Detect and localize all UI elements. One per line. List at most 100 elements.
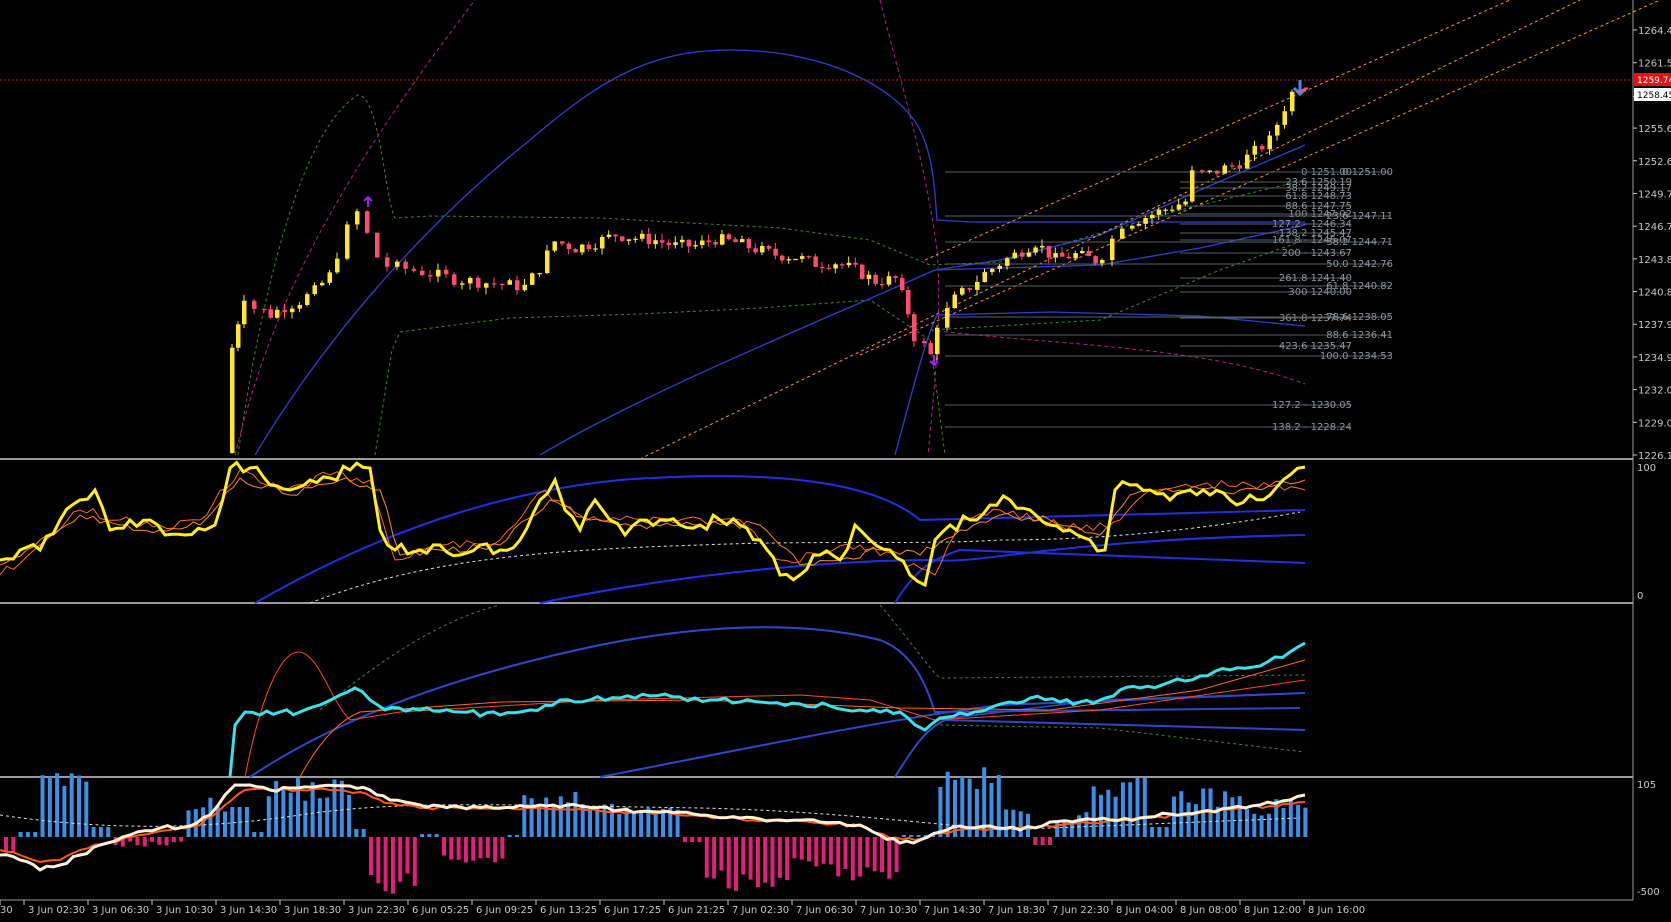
candle-body[interactable] (860, 264, 865, 279)
candle-body[interactable] (1093, 256, 1098, 264)
candle-body[interactable] (586, 244, 592, 250)
candle-body[interactable] (1060, 253, 1065, 257)
candle-body[interactable] (476, 277, 481, 288)
candle-body[interactable] (345, 224, 350, 259)
candle-body[interactable] (385, 257, 390, 267)
candle-body[interactable] (600, 236, 605, 249)
candle-body[interactable] (853, 262, 858, 265)
candle-body[interactable] (492, 283, 497, 285)
candle-body[interactable] (593, 248, 598, 250)
candle-body[interactable] (733, 239, 738, 243)
candle-body[interactable] (275, 309, 280, 318)
candle-body[interactable] (1143, 218, 1148, 224)
candle-body[interactable] (545, 250, 550, 274)
candle-body[interactable] (560, 241, 565, 244)
candle-body[interactable] (1136, 223, 1142, 226)
candle-body[interactable] (873, 274, 878, 284)
candle-body[interactable] (1163, 209, 1168, 211)
candle-body[interactable] (997, 265, 1003, 269)
candle-body[interactable] (1086, 251, 1092, 257)
candle-body[interactable] (305, 294, 310, 305)
candle-body[interactable] (1020, 252, 1025, 257)
candle-body[interactable] (820, 266, 825, 269)
candle-body[interactable] (1237, 165, 1243, 169)
candle-body[interactable] (1100, 260, 1105, 264)
candle-body[interactable] (515, 280, 520, 291)
candle-body[interactable] (484, 283, 489, 288)
candle-body[interactable] (573, 249, 578, 253)
candle-body[interactable] (1230, 165, 1235, 167)
candle-body[interactable] (840, 264, 845, 266)
candle-body[interactable] (666, 242, 672, 245)
candle-body[interactable] (640, 233, 645, 239)
candle-body[interactable] (1120, 228, 1125, 239)
candle-body[interactable] (236, 324, 241, 348)
candle-body[interactable] (826, 267, 832, 269)
candle-body[interactable] (1066, 256, 1072, 259)
candle-body[interactable] (282, 309, 288, 313)
candle-body[interactable] (786, 259, 792, 261)
candle-body[interactable] (1267, 135, 1273, 150)
candle-body[interactable] (952, 294, 958, 309)
candle-body[interactable] (1207, 170, 1213, 172)
candle-body[interactable] (327, 272, 333, 283)
candle-body[interactable] (537, 273, 543, 275)
candle-body[interactable] (1260, 145, 1265, 150)
candle-body[interactable] (252, 300, 257, 309)
candle-body[interactable] (706, 240, 712, 243)
candle-body[interactable] (893, 276, 898, 278)
candle-body[interactable] (268, 309, 274, 318)
candle-body[interactable] (833, 264, 838, 269)
candle-body[interactable] (552, 241, 558, 251)
candle-body[interactable] (1275, 124, 1280, 136)
candle-body[interactable] (1053, 253, 1058, 258)
candle-body[interactable] (935, 327, 940, 355)
candle-body[interactable] (886, 276, 892, 285)
candle-body[interactable] (297, 304, 303, 309)
candle-body[interactable] (975, 281, 980, 290)
candle-body[interactable] (1073, 253, 1078, 259)
candle-body[interactable] (1290, 91, 1295, 112)
candle-body[interactable] (522, 284, 528, 291)
candle-body[interactable] (686, 239, 692, 247)
candle-body[interactable] (646, 233, 652, 245)
candle-body[interactable] (900, 277, 905, 291)
candle-body[interactable] (420, 270, 425, 276)
candle-body[interactable] (1005, 258, 1010, 266)
candle-body[interactable] (444, 269, 449, 275)
candle-body[interactable] (1190, 170, 1195, 202)
candle-body[interactable] (945, 308, 950, 328)
candle-body[interactable] (960, 288, 965, 295)
candle-body[interactable] (613, 234, 618, 237)
candle-body[interactable] (1033, 247, 1038, 253)
candle-body[interactable] (1222, 165, 1228, 174)
candle-body[interactable] (673, 242, 678, 245)
candle-body[interactable] (290, 308, 295, 313)
candle-body[interactable] (753, 248, 758, 253)
candle-body[interactable] (740, 239, 745, 243)
candle-body[interactable] (460, 283, 465, 285)
candle-body[interactable] (566, 243, 572, 250)
candle-body[interactable] (1040, 245, 1045, 248)
candle-body[interactable] (990, 268, 995, 273)
candle-body[interactable] (1245, 154, 1250, 169)
candle-body[interactable] (320, 282, 325, 286)
candle-body[interactable] (1012, 252, 1018, 259)
candle-body[interactable] (242, 300, 247, 325)
candle-body[interactable] (1200, 170, 1205, 172)
candle-body[interactable] (922, 341, 927, 344)
candle-body[interactable] (746, 239, 752, 249)
candle-body[interactable] (1215, 170, 1220, 174)
candle-body[interactable] (1130, 225, 1135, 229)
candle-body[interactable] (428, 275, 433, 277)
candle-body[interactable] (606, 234, 612, 237)
candle-body[interactable] (800, 256, 805, 259)
candle-body[interactable] (780, 255, 785, 261)
candle-body[interactable] (866, 274, 872, 279)
candle-body[interactable] (230, 347, 235, 454)
candle-body[interactable] (1170, 209, 1175, 211)
candle-body[interactable] (1156, 209, 1162, 215)
candle-body[interactable] (906, 290, 911, 315)
candle-body[interactable] (1150, 214, 1155, 219)
candle-body[interactable] (620, 236, 625, 241)
